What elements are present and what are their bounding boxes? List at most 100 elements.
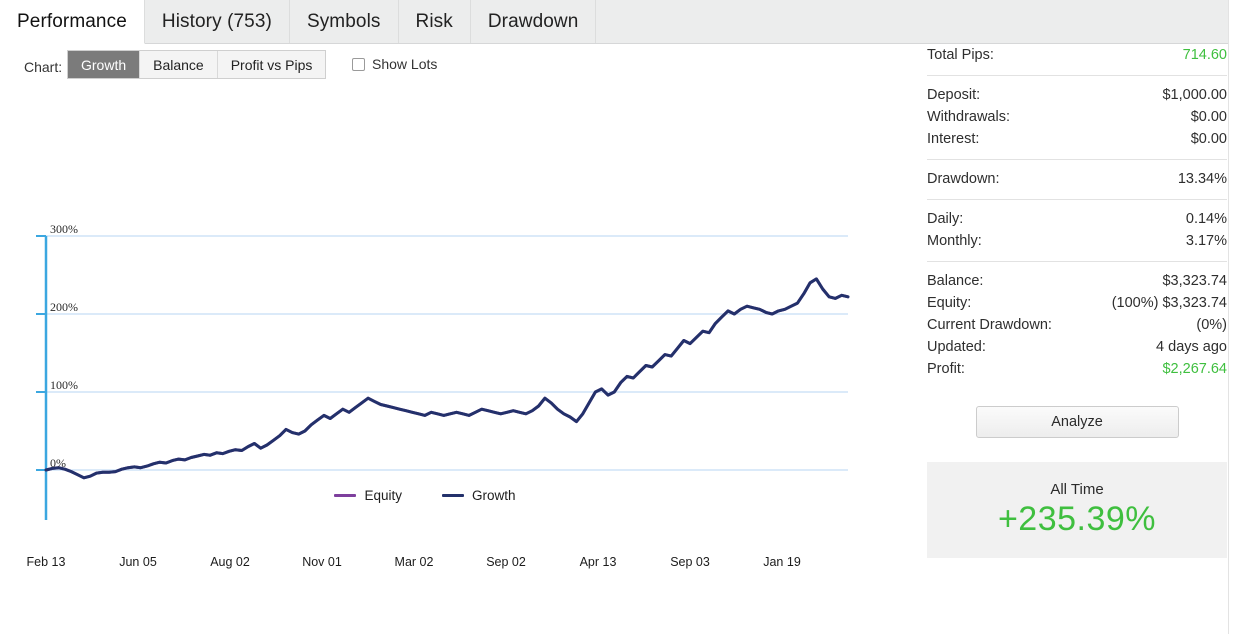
stat-key: Drawdown: bbox=[927, 171, 1000, 187]
show-lots-toggle[interactable]: Show Lots bbox=[352, 56, 437, 72]
stat-value: $2,267.64 bbox=[1162, 361, 1227, 377]
stat-key: Monthly: bbox=[927, 233, 982, 249]
tab-strip: Performance History (753) Symbols Risk D… bbox=[0, 0, 1229, 44]
chart-toolbar: Chart: Growth Balance Profit vs Pips Sho… bbox=[0, 44, 905, 94]
show-lots-label: Show Lots bbox=[372, 56, 438, 72]
stat-value: 13.34% bbox=[1177, 171, 1227, 187]
stat-key: Total Pips: bbox=[927, 47, 994, 63]
legend-swatch-equity bbox=[334, 494, 357, 497]
stat-value: 3.17% bbox=[1185, 233, 1227, 249]
stat-value: 714.60 bbox=[1182, 47, 1227, 63]
chart-type-buttons: Growth Balance Profit vs Pips bbox=[67, 50, 327, 79]
tab-label: Drawdown bbox=[487, 10, 579, 32]
analyze-button[interactable]: Analyze bbox=[975, 406, 1179, 438]
x-axis-tick-label: Feb 13 bbox=[26, 555, 66, 569]
stats-panel: Total Pips: 714.60 Deposit: $1,000.00 Wi… bbox=[927, 44, 1227, 634]
x-axis-tick-label: Nov 01 bbox=[302, 555, 342, 569]
tab-drawdown[interactable]: Drawdown bbox=[470, 0, 597, 43]
tab-label: Performance bbox=[17, 10, 127, 32]
x-axis-tick-label: Jun 05 bbox=[119, 555, 157, 569]
chart-button-label: Balance bbox=[153, 56, 204, 73]
tab-symbols[interactable]: Symbols bbox=[289, 0, 399, 43]
stat-key: Current Drawdown: bbox=[927, 317, 1052, 333]
tab-label: Risk bbox=[415, 10, 453, 32]
all-time-value: +235.39% bbox=[997, 500, 1157, 538]
all-time-label: All Time bbox=[1050, 481, 1104, 498]
all-time-summary: All Time +235.39% bbox=[927, 462, 1227, 558]
stat-row-profit: Profit: $2,267.64 bbox=[927, 358, 1227, 380]
stat-value: $0.00 bbox=[1190, 109, 1227, 125]
legend-item-equity: Equity bbox=[334, 488, 402, 503]
stat-key: Updated: bbox=[927, 339, 986, 355]
stat-key: Deposit: bbox=[927, 87, 981, 103]
chart-canvas bbox=[36, 235, 850, 520]
x-axis-tick-label: Mar 02 bbox=[394, 555, 434, 569]
stat-row-equity: Equity: (100%) $3,323.74 bbox=[927, 292, 1227, 314]
stat-key: Daily: bbox=[927, 211, 964, 227]
x-axis-tick-label: Aug 02 bbox=[210, 555, 250, 569]
stat-key: Withdrawals: bbox=[927, 109, 1010, 125]
app-root: Performance History (753) Symbols Risk D… bbox=[0, 0, 1233, 634]
stat-key: Equity: bbox=[927, 295, 972, 311]
chart-gridlines bbox=[46, 235, 848, 471]
chart-axes bbox=[36, 235, 48, 520]
stat-row-monthly: Monthly: 3.17% bbox=[927, 230, 1227, 252]
equity-line bbox=[44, 277, 850, 480]
chart-button-growth[interactable]: Growth bbox=[68, 51, 141, 78]
tab-history[interactable]: History (753) bbox=[144, 0, 290, 43]
stats-group-returns: Daily: 0.14% Monthly: 3.17% bbox=[927, 208, 1227, 252]
stat-value: 0.14% bbox=[1185, 211, 1227, 227]
stat-row-current-drawdown: Current Drawdown: (0%) bbox=[927, 314, 1227, 336]
growth-line bbox=[44, 277, 850, 480]
y-axis-tick-label: 100% bbox=[50, 378, 78, 392]
stat-row-withdrawals: Withdrawals: $0.00 bbox=[927, 106, 1227, 128]
stat-value: 4 days ago bbox=[1156, 339, 1227, 355]
chart-button-profit-vs-pips[interactable]: Profit vs Pips bbox=[217, 51, 326, 78]
chart-button-label: Growth bbox=[81, 56, 127, 73]
divider bbox=[927, 199, 1227, 200]
analyze-button-label: Analyze bbox=[1051, 414, 1103, 430]
stat-row-drawdown: Drawdown: 13.34% bbox=[927, 168, 1227, 190]
stat-row-total-pips: Total Pips: 714.60 bbox=[927, 44, 1227, 66]
legend-label-equity: Equity bbox=[364, 488, 402, 503]
stat-row-balance: Balance: $3,323.74 bbox=[927, 270, 1227, 292]
x-axis-tick-label: Sep 02 bbox=[486, 555, 526, 569]
window-right-edge bbox=[1228, 0, 1233, 634]
chart-legend: Equity Growth bbox=[0, 488, 850, 503]
analyze-button-wrap: Analyze bbox=[927, 406, 1227, 438]
stat-key: Balance: bbox=[927, 273, 984, 289]
stats-group-drawdown: Drawdown: 13.34% bbox=[927, 168, 1227, 190]
stat-value: (0%) bbox=[1196, 317, 1227, 333]
stat-value: $0.00 bbox=[1190, 131, 1227, 147]
x-axis-tick-label: Jan 19 bbox=[763, 555, 801, 569]
tab-label: Symbols bbox=[306, 10, 381, 32]
stat-row-daily: Daily: 0.14% bbox=[927, 208, 1227, 230]
y-axis-tick-label: 300% bbox=[50, 222, 78, 236]
divider bbox=[927, 75, 1227, 76]
chart-type-label: Chart: bbox=[24, 59, 63, 75]
stat-key: Profit: bbox=[927, 361, 965, 377]
stat-row-interest: Interest: $0.00 bbox=[927, 128, 1227, 150]
x-axis-tick-label: Sep 03 bbox=[670, 555, 710, 569]
show-lots-checkbox[interactable] bbox=[352, 57, 365, 71]
stats-group-pips: Total Pips: 714.60 bbox=[927, 44, 1227, 66]
legend-item-growth: Growth bbox=[442, 488, 516, 503]
tab-risk[interactable]: Risk bbox=[398, 0, 471, 43]
stat-row-updated: Updated: 4 days ago bbox=[927, 336, 1227, 358]
legend-swatch-growth bbox=[442, 494, 464, 497]
y-axis-tick-label: 200% bbox=[50, 300, 78, 314]
stat-key: Interest: bbox=[927, 131, 980, 147]
stat-value: (100%) $3,323.74 bbox=[1111, 295, 1227, 311]
tab-performance[interactable]: Performance bbox=[0, 0, 145, 44]
stats-group-account: Balance: $3,323.74 Equity: (100%) $3,323… bbox=[927, 270, 1227, 380]
legend-label-growth: Growth bbox=[472, 488, 516, 503]
growth-chart: 0% 100% 200% 300% Feb 13 Jun 05 Aug 02 Nov 01 M… bbox=[0, 100, 905, 569]
stats-group-funds: Deposit: $1,000.00 Withdrawals: $0.00 In… bbox=[927, 84, 1227, 150]
tab-label: History (753) bbox=[161, 10, 272, 32]
chart-button-label: Profit vs Pips bbox=[230, 56, 313, 73]
divider bbox=[927, 159, 1227, 160]
y-axis-tick-label: 0% bbox=[50, 456, 66, 470]
stat-value: $3,323.74 bbox=[1162, 273, 1227, 289]
chart-button-balance[interactable]: Balance bbox=[140, 51, 218, 78]
stat-value: $1,000.00 bbox=[1162, 87, 1227, 103]
